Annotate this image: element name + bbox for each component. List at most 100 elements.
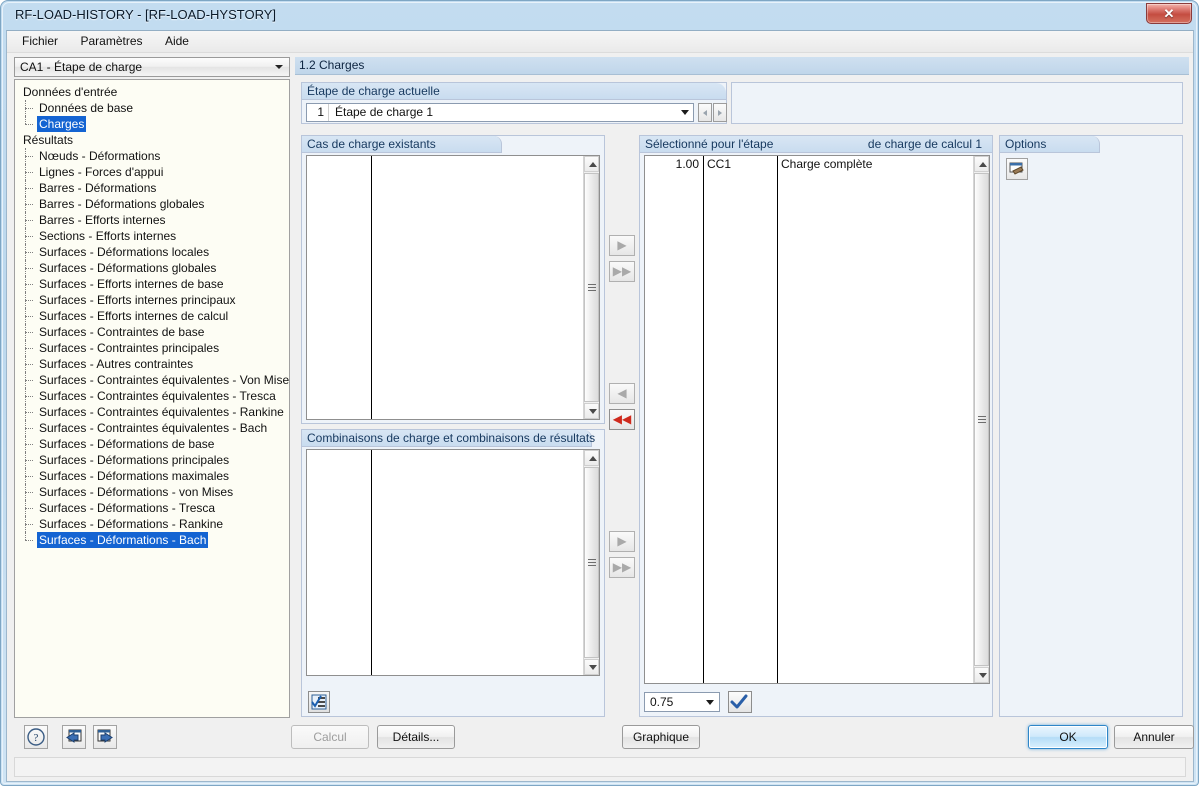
tree-item[interactable]: Surfaces - Déformations - Rankine xyxy=(15,516,289,532)
tree-item[interactable]: Charges xyxy=(15,116,289,132)
arrow-right-icon: ▶ xyxy=(617,238,627,252)
tree-item[interactable]: Surfaces - Contraintes équivalentes - Tr… xyxy=(15,388,289,404)
tree-item[interactable]: Surfaces - Déformations - Tresca xyxy=(15,500,289,516)
tree-item-label: Surfaces - Déformations de base xyxy=(39,437,215,451)
help-button[interactable]: ? xyxy=(24,725,48,749)
column-separator xyxy=(371,450,372,675)
tree-item-label: Surfaces - Déformations - von Mises xyxy=(39,485,234,499)
selected-for-step-caption-bar: Sélectionné pour l'étape de charge de ca… xyxy=(640,136,992,153)
tree-item[interactable]: Surfaces - Contraintes principales xyxy=(15,340,289,356)
title-bar: RF-LOAD-HISTORY - [RF-LOAD-HYSTORY] ✕ xyxy=(5,3,1194,29)
tree-item-label: Surfaces - Déformations maximales xyxy=(39,469,230,483)
scroll-down-button[interactable] xyxy=(584,403,599,419)
load-step-next-button[interactable] xyxy=(713,103,727,122)
move-left-button[interactable]: ◀ xyxy=(609,383,635,404)
tree-item-label: Surfaces - Efforts internes de calcul xyxy=(39,309,229,323)
existing-load-cases-list[interactable] xyxy=(306,155,600,420)
details-button[interactable]: Détails... xyxy=(377,725,455,749)
navigator-panel: CA1 - Étape de charge Données d'entrée Do… xyxy=(14,57,290,718)
options-settings-button[interactable] xyxy=(1006,158,1028,180)
menu-parametres[interactable]: Paramètres xyxy=(71,31,151,51)
scroll-down-button[interactable] xyxy=(974,667,989,683)
tree-item[interactable]: Sections - Efforts internes xyxy=(15,228,289,244)
check-icon xyxy=(730,694,748,709)
tree-item[interactable]: Surfaces - Contraintes équivalentes - Ra… xyxy=(15,404,289,420)
existing-list-scrollbar[interactable] xyxy=(583,156,599,419)
close-icon: ✕ xyxy=(1163,6,1175,21)
selected-for-step-list[interactable]: 1.00 CC1 Charge complète xyxy=(644,155,990,684)
tree-item-label: Surfaces - Contraintes équivalentes - Tr… xyxy=(39,389,276,403)
tree-item[interactable]: Données de base xyxy=(15,100,289,116)
tree-item-label: Barres - Déformations globales xyxy=(39,197,205,211)
scroll-down-button[interactable] xyxy=(584,659,599,675)
tree-item[interactable]: Résultats xyxy=(15,132,289,148)
scrollbar-thumb[interactable] xyxy=(974,173,989,666)
cell-factor: 1.00 xyxy=(675,157,699,171)
tree-item[interactable]: Données d'entrée xyxy=(15,84,289,100)
graphique-button[interactable]: Graphique xyxy=(622,725,700,749)
tree-item[interactable]: Lignes - Forces d'appui xyxy=(15,164,289,180)
menu-fichier[interactable]: Fichier xyxy=(13,31,67,51)
tree-item-label: Données de base xyxy=(39,101,134,115)
load-combinations-list[interactable] xyxy=(306,449,600,676)
scroll-up-button[interactable] xyxy=(974,156,989,172)
scrollbar-thumb[interactable] xyxy=(584,467,599,658)
apply-factor-button[interactable] xyxy=(728,691,752,713)
scroll-up-button[interactable] xyxy=(584,156,599,172)
ok-button[interactable]: OK xyxy=(1028,725,1108,749)
load-step-prev-button[interactable] xyxy=(698,103,712,122)
tree-item[interactable]: Surfaces - Déformations maximales xyxy=(15,468,289,484)
column-separator xyxy=(371,156,372,419)
tree-item[interactable]: Surfaces - Contraintes de base xyxy=(15,324,289,340)
load-step-number: 1 xyxy=(307,104,329,121)
tree-item[interactable]: Surfaces - Autres contraintes xyxy=(15,356,289,372)
factor-combo[interactable]: 0.75 xyxy=(644,692,720,712)
print-preview-icon xyxy=(1009,162,1024,175)
tree-item[interactable]: Surfaces - Déformations de base xyxy=(15,436,289,452)
move-all-right-button[interactable]: ▶▶ xyxy=(609,261,635,282)
edit-combinations-button[interactable] xyxy=(308,691,330,713)
combinations-move-all-right-button[interactable]: ▶▶ xyxy=(609,557,635,578)
combinations-move-right-button[interactable]: ▶ xyxy=(609,531,635,552)
move-right-button[interactable]: ▶ xyxy=(609,235,635,256)
factor-combo-value: 0.75 xyxy=(650,695,674,709)
tree-item-label: Résultats xyxy=(23,133,74,147)
scrollbar-thumb[interactable] xyxy=(584,173,599,402)
cancel-button[interactable]: Annuler xyxy=(1114,725,1194,749)
tree-item[interactable]: Surfaces - Contraintes équivalentes - Ba… xyxy=(15,420,289,436)
close-button[interactable]: ✕ xyxy=(1146,3,1192,24)
tree-item[interactable]: Surfaces - Efforts internes de base xyxy=(15,276,289,292)
selected-for-step-caption: Sélectionné pour l'étape xyxy=(645,137,774,151)
tree-item[interactable]: Surfaces - Déformations - Bach xyxy=(15,532,289,548)
tree-item[interactable]: Barres - Déformations xyxy=(15,180,289,196)
navigator-tree[interactable]: Données d'entrée Données de base Charges Ré… xyxy=(14,79,290,718)
checklist-icon xyxy=(311,694,327,710)
scroll-up-button[interactable] xyxy=(584,450,599,466)
tree-item[interactable]: Barres - Déformations globales xyxy=(15,196,289,212)
tree-item[interactable]: Nœuds - Déformations xyxy=(15,148,289,164)
chevron-down-icon xyxy=(275,65,283,69)
load-step-combo[interactable]: 1 Étape de charge 1 xyxy=(306,103,694,122)
selected-list-scrollbar[interactable] xyxy=(973,156,989,683)
combinations-list-scrollbar[interactable] xyxy=(583,450,599,675)
next-dialog-button[interactable] xyxy=(93,725,117,749)
tree-item[interactable]: Surfaces - Efforts internes principaux xyxy=(15,292,289,308)
tree-item[interactable]: Barres - Efforts internes xyxy=(15,212,289,228)
menu-aide[interactable]: Aide xyxy=(156,31,198,51)
calcul-button[interactable]: Calcul xyxy=(291,725,369,749)
window-title: RF-LOAD-HISTORY - [RF-LOAD-HYSTORY] xyxy=(15,7,277,22)
move-all-left-button[interactable]: ◀◀ xyxy=(609,409,635,430)
tree-item[interactable]: Surfaces - Déformations globales xyxy=(15,260,289,276)
previous-dialog-button[interactable] xyxy=(62,725,86,749)
tree-item[interactable]: Surfaces - Déformations - von Mises xyxy=(15,484,289,500)
tree-item[interactable]: Surfaces - Déformations principales xyxy=(15,452,289,468)
tree-item[interactable]: Surfaces - Déformations locales xyxy=(15,244,289,260)
table-row[interactable]: 1.00 CC1 Charge complète xyxy=(645,156,973,174)
cell-case: CC1 xyxy=(707,157,732,171)
tree-item-label: Surfaces - Autres contraintes xyxy=(39,357,194,371)
tree-item[interactable]: Surfaces - Efforts internes de calcul xyxy=(15,308,289,324)
tree-item[interactable]: Surfaces - Contraintes équivalentes - Vo… xyxy=(15,372,289,388)
navigator-combo[interactable]: CA1 - Étape de charge xyxy=(14,57,290,77)
svg-text:?: ? xyxy=(34,732,39,744)
tree-item-label: Sections - Efforts internes xyxy=(39,229,177,243)
